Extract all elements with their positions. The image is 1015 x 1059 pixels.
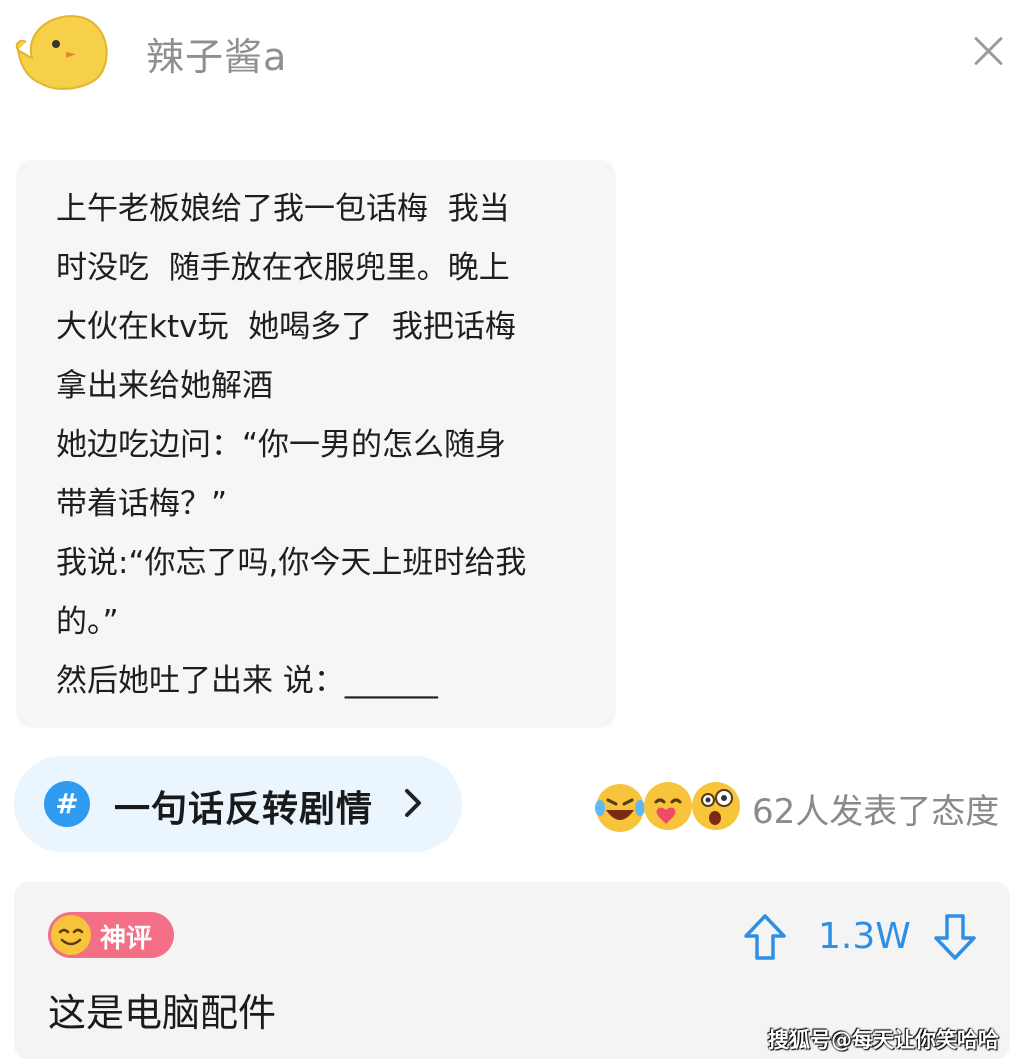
post-text-line: 我说:“你忘了吗,你今天上班时给我 — [56, 545, 527, 581]
avatar[interactable] — [14, 8, 114, 94]
downvote-icon[interactable] — [932, 912, 978, 962]
badge-label: 神评 — [100, 924, 153, 954]
username[interactable]: 辣子酱a — [146, 26, 287, 81]
upvote-icon[interactable] — [742, 912, 788, 962]
post-text-line: 然后她吐了出来 说：______ — [56, 663, 438, 699]
smiling-face-icon — [51, 915, 91, 955]
topic-label: 一句话反转剧情 — [114, 789, 374, 830]
watermark: 搜狐号@每天让你笑哈哈 — [768, 1028, 999, 1052]
post-text-line: 她边吃边问：“你一男的怎么随身 — [56, 427, 507, 463]
featured-comment-badge: 神评 — [48, 912, 174, 958]
reaction-count-text[interactable]: 62人发表了态度 — [752, 784, 999, 833]
post-text-line: 的。” — [56, 604, 119, 640]
post-text-line: 带着话梅？” — [56, 486, 228, 522]
comment-text: 这是电脑配件 — [48, 991, 277, 1035]
post-card: 上午老板娘给了我一包话梅 我当 时没吃 随手放在衣服兜里。晚上 大伙在ktv玩 她喝… — [16, 160, 616, 728]
post-text-line: 大伙在ktv玩 她喝多了 我把话梅 — [56, 309, 516, 345]
post-text-line: 拿出来给她解酒 — [56, 368, 273, 404]
vote-count: 1.3W — [818, 916, 911, 957]
chevron-right-icon — [405, 789, 421, 817]
post-text-line: 上午老板娘给了我一包话梅 我当 — [56, 191, 510, 227]
close-icon[interactable] — [966, 30, 1010, 74]
post-text-line: 时没吃 随手放在衣服兜里。晚上 — [56, 250, 510, 286]
shocked-emoji — [692, 782, 740, 830]
hashtag-icon: # — [44, 781, 90, 827]
topic-tag[interactable]: # 一句话反转剧情 — [14, 756, 462, 852]
